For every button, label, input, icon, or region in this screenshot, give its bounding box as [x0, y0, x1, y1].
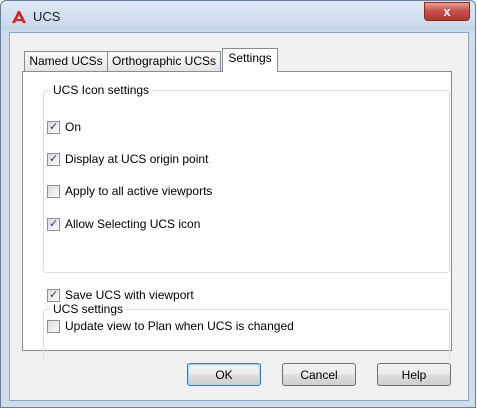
window-title: UCS: [33, 9, 61, 24]
settings-tab-panel: UCS Icon settings UCS settings ✓ On ✓ Di…: [22, 71, 452, 359]
display-at-origin-label: Display at UCS origin point: [65, 152, 209, 166]
checkmark-icon: ✓: [49, 151, 59, 165]
checkmark-icon: ✓: [49, 216, 59, 230]
checkmark-icon: ✓: [49, 119, 59, 133]
tab-named-ucss[interactable]: Named UCSs: [24, 51, 108, 71]
cancel-button[interactable]: Cancel: [282, 363, 356, 386]
save-ucs-with-viewport-checkbox-row[interactable]: ✓ Save UCS with viewport: [47, 287, 194, 303]
allow-selecting-ucs-icon-checkbox-row[interactable]: ✓ Allow Selecting UCS icon: [47, 216, 200, 232]
display-at-origin-checkbox-row[interactable]: ✓ Display at UCS origin point: [47, 151, 208, 167]
on-checkbox[interactable]: ✓: [47, 119, 60, 134]
ucs-settings-title: UCS settings: [50, 302, 127, 316]
on-label: On: [65, 120, 82, 134]
close-button[interactable]: x: [424, 2, 470, 21]
tab-settings[interactable]: Settings: [222, 48, 278, 72]
checkmark-icon: ✓: [49, 287, 59, 301]
ucs-icon-settings-title: UCS Icon settings: [50, 83, 153, 97]
help-button[interactable]: Help: [377, 363, 451, 386]
apply-to-all-viewports-label: Apply to all active viewports: [65, 184, 213, 198]
ok-button[interactable]: OK: [187, 363, 261, 386]
tab-orthographic-ucss[interactable]: Orthographic UCSs: [107, 51, 221, 71]
title-bar[interactable]: UCS x: [1, 1, 475, 31]
allow-selecting-ucs-icon-label: Allow Selecting UCS icon: [65, 217, 201, 231]
update-view-to-plan-checkbox[interactable]: [47, 319, 60, 333]
close-icon: x: [443, 4, 451, 19]
autocad-a-icon: [12, 11, 26, 23]
ucs-icon-settings-group: UCS Icon settings: [43, 83, 450, 273]
apply-to-all-viewports-checkbox[interactable]: [47, 184, 60, 198]
ucs-dialog-window: UCS x Named UCSs Orthographic UCSs Setti…: [0, 0, 476, 408]
display-at-origin-checkbox[interactable]: ✓: [47, 151, 60, 166]
update-view-to-plan-label: Update view to Plan when UCS is changed: [65, 319, 294, 333]
update-view-to-plan-checkbox-row[interactable]: Update view to Plan when UCS is changed: [47, 318, 294, 334]
ucs-settings-group: UCS settings: [43, 302, 450, 359]
allow-selecting-ucs-icon-checkbox[interactable]: ✓: [47, 216, 60, 231]
apply-to-all-viewports-checkbox-row[interactable]: Apply to all active viewports: [47, 183, 212, 199]
on-checkbox-row[interactable]: ✓ On: [47, 119, 81, 135]
dialog-client-area: Named UCSs Orthographic UCSs Settings UC…: [9, 32, 469, 401]
save-ucs-with-viewport-label: Save UCS with viewport: [65, 288, 194, 302]
save-ucs-with-viewport-checkbox[interactable]: ✓: [47, 287, 60, 302]
